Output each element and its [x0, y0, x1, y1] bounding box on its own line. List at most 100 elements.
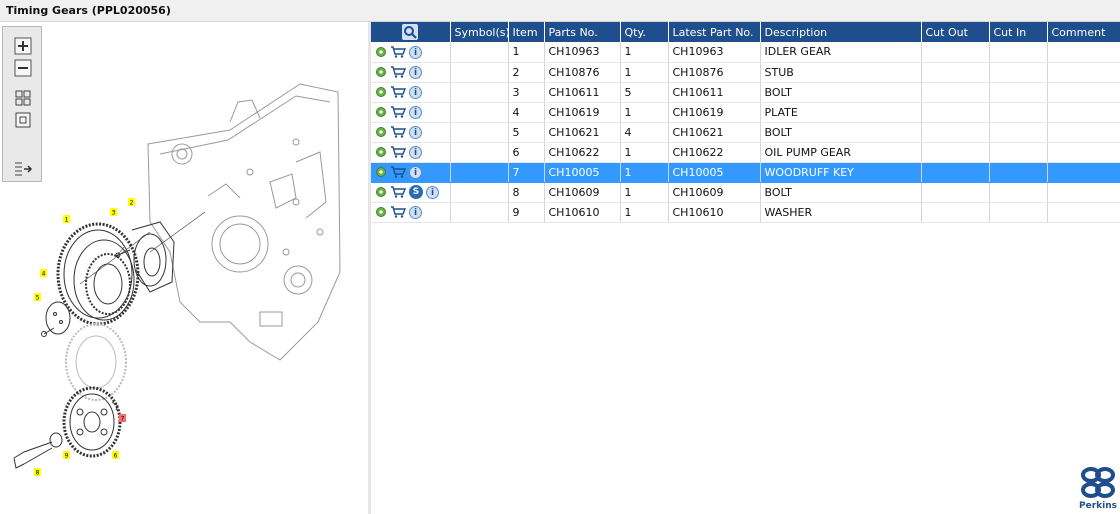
row-actions: i [371, 202, 451, 223]
svg-text:6: 6 [114, 453, 118, 460]
zoom-out-button[interactable] [13, 59, 33, 77]
table-row[interactable]: i 4 CH10619 1 CH10619 PLATE [371, 102, 1120, 123]
cut-out-cell [921, 182, 990, 203]
latest-part-no-cell: CH10621 [668, 122, 761, 143]
fit-all-button[interactable] [13, 89, 33, 107]
table-row[interactable]: i 1 CH10963 1 CH10963 IDLER GEAR [371, 42, 1120, 63]
comment-cell [1047, 62, 1120, 83]
gear-icon[interactable] [375, 86, 387, 98]
table-row[interactable]: i 9 CH10610 1 CH10610 WASHER [371, 202, 1120, 223]
symbols-cell [450, 82, 509, 103]
description-cell: STUB [760, 62, 922, 83]
latest-part-no-cell: CH10005 [668, 162, 761, 183]
callout-6[interactable]: 6 [112, 451, 119, 460]
callout-1[interactable]: 1 [63, 215, 70, 224]
header-symbols[interactable]: Symbol(s) [450, 22, 510, 42]
comment-cell [1047, 42, 1120, 63]
grid-icon [15, 90, 31, 106]
table-row[interactable]: i 7 CH10005 1 CH10005 WOODRUFF KEY [371, 162, 1120, 183]
cart-icon[interactable] [390, 46, 406, 58]
exploded-diagram[interactable]: 1 2 3 4 5 6 7 8 9 [0, 22, 368, 514]
table-row[interactable]: i 5 CH10621 4 CH10621 BOLT [371, 122, 1120, 143]
svg-text:5: 5 [36, 295, 40, 302]
title-bar: Timing Gears (PPL020056) [0, 0, 1120, 22]
info-icon[interactable]: i [409, 105, 422, 119]
header-cut-in[interactable]: Cut In [989, 22, 1048, 42]
info-icon[interactable]: i [409, 45, 422, 59]
symbol-badge[interactable]: S [409, 185, 423, 199]
part-no-cell: CH10621 [544, 122, 621, 143]
export-button[interactable] [13, 159, 33, 177]
qty-cell: 1 [620, 182, 669, 203]
callout-7[interactable]: 7 [119, 414, 126, 423]
description-cell: BOLT [760, 122, 922, 143]
svg-text:4: 4 [42, 271, 46, 278]
header-comment[interactable]: Comment [1047, 22, 1120, 42]
latest-part-no-cell: CH10611 [668, 82, 761, 103]
diagram-pane[interactable]: 1 2 3 4 5 6 7 8 9 [0, 22, 368, 514]
cut-out-cell [921, 42, 990, 63]
latest-part-no-cell: CH10963 [668, 42, 761, 63]
callout-3[interactable]: 3 [110, 208, 117, 217]
info-icon[interactable]: i [409, 145, 422, 159]
cart-icon[interactable] [390, 186, 406, 198]
cut-out-cell [921, 162, 990, 183]
gear-icon[interactable] [375, 126, 387, 138]
latest-part-no-cell: CH10609 [668, 182, 761, 203]
svg-text:1: 1 [65, 217, 69, 224]
header-qty[interactable]: Qty. [620, 22, 669, 42]
item-cell: 9 [508, 202, 545, 223]
table-row[interactable]: i 6 CH10622 1 CH10622 OIL PUMP GEAR [371, 142, 1120, 163]
latest-part-no-cell: CH10876 [668, 62, 761, 83]
cut-in-cell [989, 62, 1048, 83]
comment-cell [1047, 122, 1120, 143]
part-no-cell: CH10005 [544, 162, 621, 183]
callout-8[interactable]: 8 [34, 468, 41, 477]
callout-2[interactable]: 2 [128, 198, 135, 207]
header-item[interactable]: Item [508, 22, 545, 42]
info-icon[interactable]: i [409, 125, 422, 139]
info-icon[interactable]: i [409, 85, 422, 99]
gear-icon[interactable] [375, 206, 387, 218]
info-icon[interactable]: i [409, 165, 422, 179]
item-cell: 8 [508, 182, 545, 203]
fit-window-button[interactable] [13, 111, 33, 129]
header-parts-no[interactable]: Parts No. [544, 22, 621, 42]
item-cell: 2 [508, 62, 545, 83]
table-row[interactable]: i 2 CH10876 1 CH10876 STUB [371, 62, 1120, 83]
gear-icon[interactable] [375, 66, 387, 78]
item-cell: 7 [508, 162, 545, 183]
callout-5[interactable]: 5 [34, 293, 41, 302]
cart-icon[interactable] [390, 86, 406, 98]
symbols-cell [450, 42, 509, 63]
cart-icon[interactable] [390, 66, 406, 78]
gear-icon[interactable] [375, 146, 387, 158]
header-description[interactable]: Description [760, 22, 922, 42]
callout-4[interactable]: 4 [40, 269, 47, 278]
gear-icon[interactable] [375, 166, 387, 178]
header-search[interactable] [371, 22, 451, 42]
search-icon[interactable] [402, 24, 419, 40]
symbols-cell [450, 102, 509, 123]
header-cut-out[interactable]: Cut Out [921, 22, 990, 42]
row-actions: Si [371, 182, 451, 203]
gear-icon[interactable] [375, 46, 387, 58]
info-icon[interactable]: i [409, 205, 422, 219]
cart-icon[interactable] [390, 166, 406, 178]
qty-cell: 4 [620, 122, 669, 143]
table-row[interactable]: i 3 CH10611 5 CH10611 BOLT [371, 82, 1120, 103]
cart-icon[interactable] [390, 126, 406, 138]
callout-9[interactable]: 9 [63, 451, 70, 460]
info-icon[interactable]: i [409, 65, 422, 79]
qty-cell: 1 [620, 202, 669, 223]
table-row[interactable]: Si 8 CH10609 1 CH10609 BOLT [371, 182, 1120, 203]
header-latest-part-no[interactable]: Latest Part No. [668, 22, 761, 42]
cart-icon[interactable] [390, 146, 406, 158]
info-icon[interactable]: i [426, 185, 439, 199]
cart-icon[interactable] [390, 106, 406, 118]
gear-icon[interactable] [375, 106, 387, 118]
zoom-in-button[interactable] [13, 37, 33, 55]
square-icon [15, 112, 31, 128]
cart-icon[interactable] [390, 206, 406, 218]
gear-icon[interactable] [375, 186, 387, 198]
